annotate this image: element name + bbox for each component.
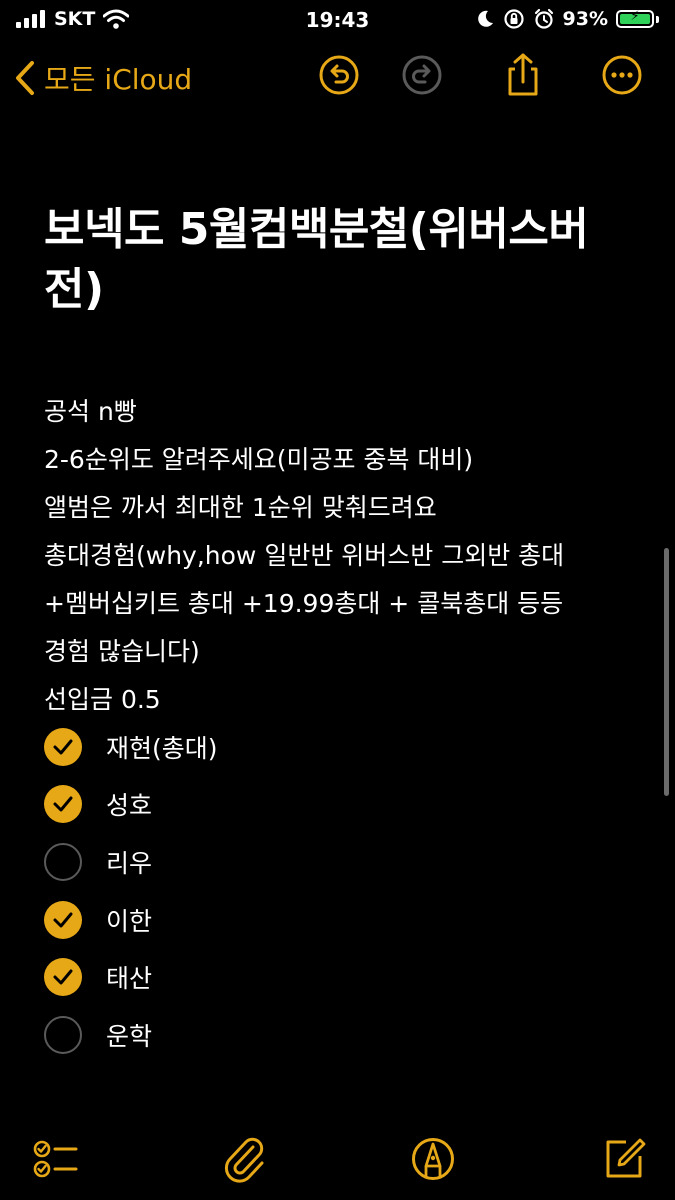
checklist-label: 리우	[106, 848, 153, 878]
body-line: 선입금 0.5	[44, 685, 161, 714]
checkmark-icon	[53, 796, 73, 812]
alarm-icon	[534, 8, 553, 29]
checklist-item: 재현(총대)	[44, 718, 644, 776]
checkmark-icon	[53, 912, 73, 928]
scroll-indicator[interactable]	[664, 548, 669, 796]
checklist-label: 운학	[106, 1021, 153, 1051]
checkbox-checked[interactable]	[44, 900, 82, 939]
undo-button[interactable]	[318, 54, 360, 96]
attachment-button[interactable]	[220, 1134, 270, 1184]
compose-button[interactable]	[598, 1134, 648, 1184]
checklist-label: 태산	[106, 964, 153, 994]
battery-icon: ⚡	[616, 9, 654, 28]
body-line: +멤버십키트 총대 +19.99총대 + 콜북총대 등등	[44, 589, 564, 618]
checkbox-unchecked[interactable]	[44, 1015, 82, 1054]
checklist-item: 리우	[44, 833, 644, 891]
redo-button[interactable]	[401, 54, 443, 96]
body-line: 경험 많습니다)	[44, 637, 200, 666]
checklist-item: 태산	[44, 948, 644, 1006]
checklist-button[interactable]	[30, 1134, 80, 1184]
status-right: 93% ⚡	[475, 8, 659, 30]
checklist-icon	[33, 1140, 78, 1178]
markup-button[interactable]	[408, 1134, 458, 1184]
body-line: 2-6순위도 알려주세요(미공포 중복 대비)	[44, 445, 474, 474]
more-button[interactable]	[601, 54, 643, 96]
body-line: 앨범은 까서 최대한 1순위 맞춰드려요	[44, 493, 437, 522]
checklist-label: 재현(총대)	[106, 733, 218, 763]
checklist-item: 이한	[44, 891, 644, 949]
bottom-toolbar	[0, 1130, 675, 1190]
checklist-item: 성호	[44, 776, 644, 834]
more-icon	[602, 55, 642, 95]
body-line: 공석 n빵	[44, 397, 137, 426]
body-line: 총대경험(why,how 일반반 위버스반 그외반 총대	[44, 541, 565, 570]
checklist-label: 성호	[106, 791, 153, 821]
checkbox-checked[interactable]	[44, 958, 82, 997]
moon-icon	[477, 10, 493, 27]
nav-bar: 모든 iCloud	[0, 48, 675, 108]
compose-icon	[606, 1138, 646, 1178]
back-button[interactable]: 모든 iCloud	[14, 58, 192, 98]
share-button[interactable]	[502, 53, 544, 96]
checkbox-checked[interactable]	[44, 727, 82, 766]
checkmark-icon	[53, 969, 73, 985]
paperclip-icon	[224, 1137, 264, 1183]
checklist-item: 운학	[44, 1006, 644, 1064]
note-body[interactable]: 공석 n빵 2-6순위도 알려주세요(미공포 중복 대비) 앨범은 까서 최대한…	[44, 388, 644, 724]
share-icon	[508, 53, 538, 96]
checkbox-checked[interactable]	[44, 785, 82, 824]
note-title-line: 보넥도 5월컴백분철(위버스버	[44, 204, 589, 255]
battery-percent: 93%	[562, 8, 608, 30]
redo-icon	[402, 55, 442, 95]
note-title[interactable]: 보넥도 5월컴백분철(위버스버 전)	[44, 200, 644, 320]
battery-tip	[656, 15, 659, 23]
note-title-line: 전)	[44, 264, 104, 315]
checklist-label: 이한	[106, 906, 153, 936]
checkbox-unchecked[interactable]	[44, 842, 82, 881]
checkmark-icon	[53, 739, 73, 755]
undo-icon	[319, 55, 359, 95]
pen-tip-icon	[412, 1138, 454, 1180]
orientation-lock-icon	[503, 9, 524, 29]
chevron-left-icon	[16, 61, 34, 95]
checklist: 재현(총대) 성호 리우 이한 태산 운학	[44, 718, 644, 1064]
back-label: 모든 iCloud	[44, 63, 193, 96]
status-bar: SKT 19:43 93% ⚡	[0, 0, 675, 40]
